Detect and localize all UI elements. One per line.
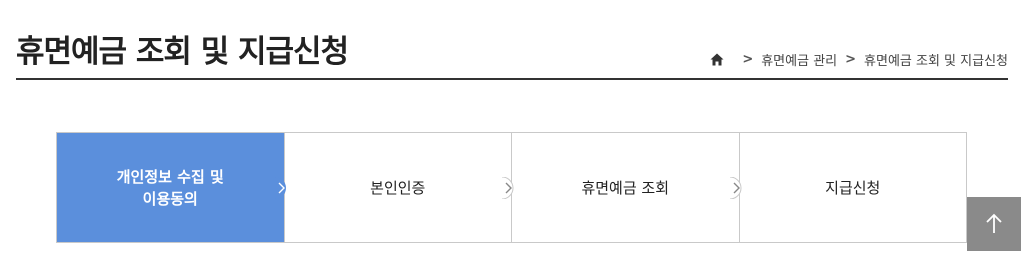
breadcrumb-separator: > xyxy=(845,52,857,67)
step-label: 개인정보 수집 및 이용동의 xyxy=(116,167,224,208)
step-label: 휴면예금 조회 xyxy=(581,178,670,197)
scroll-top-button[interactable] xyxy=(967,197,1021,251)
step-identity-verification: 본인인증 xyxy=(285,133,514,242)
breadcrumb-item-dormant-deposit-management[interactable]: 휴면예금 관리 xyxy=(761,50,837,69)
chevron-right-icon xyxy=(729,176,741,199)
chevron-right-icon xyxy=(502,176,514,199)
step-label: 본인인증 xyxy=(370,178,426,197)
breadcrumb: > 휴면예금 관리 > 휴면예금 조회 및 지급신청 xyxy=(710,50,1008,69)
page-title: 휴면예금 조회 및 지급신청 xyxy=(16,34,349,70)
page-header: 휴면예금 조회 및 지급신청 > 휴면예금 관리 > 휴면예금 조회 및 지급신… xyxy=(16,0,1008,80)
step-payment-application: 지급신청 xyxy=(740,133,967,242)
arrow-up-icon xyxy=(986,213,1002,233)
chevron-right-icon xyxy=(274,176,286,199)
step-label: 지급신청 xyxy=(825,178,881,197)
breadcrumb-separator: > xyxy=(742,52,754,67)
breadcrumb-item-current[interactable]: 휴면예금 조회 및 지급신청 xyxy=(864,50,1008,69)
page: 휴면예금 조회 및 지급신청 > 휴면예금 관리 > 휴면예금 조회 및 지급신… xyxy=(0,0,1024,273)
step-dormant-deposit-lookup: 휴면예금 조회 xyxy=(512,133,741,242)
process-steps: 개인정보 수집 및 이용동의 본인인증 휴면예금 조회 지급신청 xyxy=(56,132,967,243)
step-privacy-consent: 개인정보 수집 및 이용동의 xyxy=(57,133,286,242)
home-icon[interactable] xyxy=(710,53,724,66)
